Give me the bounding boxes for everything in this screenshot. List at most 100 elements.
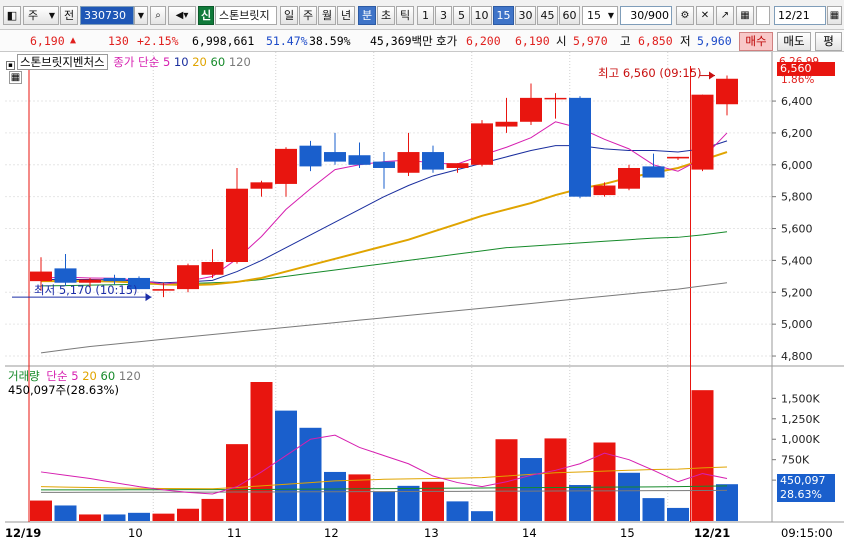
buy-button[interactable]: 매수 (739, 32, 773, 51)
ma120-label: 120 (228, 55, 251, 69)
speaker-icon[interactable]: ◀▾ (168, 6, 196, 25)
period-month-button[interactable]: 월 (318, 6, 336, 25)
ma5-label: 5 (162, 55, 171, 69)
candle-body (54, 268, 77, 283)
calendar-icon[interactable]: ▦ (827, 6, 842, 25)
volume-title: 거래량 (8, 369, 40, 383)
volume-current-value: 450,097주(28.63%) (8, 383, 119, 397)
volume-bar (520, 458, 542, 521)
candle-body (250, 182, 273, 189)
candle-body (275, 148, 297, 184)
current-pct-tag: 1.86% (781, 74, 815, 86)
date-field[interactable]: 12/21 (774, 6, 826, 25)
interval-select[interactable]: 15 ▼ (582, 6, 618, 25)
volume-bar (716, 484, 738, 521)
period-tick-button[interactable]: 틱 (396, 6, 414, 25)
interval-3-button[interactable]: 3 (435, 6, 452, 25)
open-price: 5,970 (573, 34, 608, 48)
candle-body (716, 78, 738, 105)
candle-body (446, 163, 469, 168)
volume-bar (324, 471, 346, 521)
vol-ma20-label: 20 (82, 369, 97, 383)
chevron-down-icon: ▼ (607, 11, 614, 20)
period-year-button[interactable]: 년 (337, 6, 355, 25)
price-tick-label: 6,000 (781, 159, 813, 172)
trade-volume: 6,998,661 (192, 34, 255, 48)
candle-body (348, 155, 371, 165)
chart-tools-icon[interactable]: ⚙ (676, 6, 694, 25)
interval-select-value: 15 (587, 9, 601, 22)
x-label-12-19: 12/19 (5, 526, 42, 540)
period-day-button[interactable]: 일 (280, 6, 298, 25)
candle-body (569, 97, 591, 197)
period-week-button[interactable]: 주 (299, 6, 317, 25)
draw-line-icon[interactable]: ↗ (716, 6, 734, 25)
count-field[interactable]: 30/900 (620, 6, 672, 25)
extra-button[interactable]: 평 (815, 32, 842, 51)
chevron-down-icon: ▼ (48, 11, 55, 20)
price-tick-label: 5,000 (781, 318, 813, 331)
chart-type-value: 주 (28, 9, 39, 22)
volume-ratio: 51.47% (266, 34, 308, 48)
price-tick-label: 5,400 (781, 254, 813, 267)
volume-bar (79, 514, 101, 521)
candle-body (544, 97, 567, 100)
quote-bar: 6,190 ▲ 130 +2.15% 6,998,661 51.47% 38.5… (0, 30, 844, 52)
volume-tick-label: 1,000K (781, 433, 820, 446)
panel-toggle-icon[interactable]: ◧ (3, 6, 21, 25)
search-icon[interactable]: ⌕ (150, 6, 166, 25)
volume-bar (471, 511, 493, 521)
candle-body (201, 262, 224, 275)
candle-body (667, 156, 689, 159)
ma20-label: 20 (192, 55, 207, 69)
volume-bar (373, 491, 395, 521)
volume-pct-tag: 28.63% (777, 488, 835, 502)
candle-body (373, 161, 395, 168)
volume-tick-label: 1,500K (781, 392, 820, 405)
market-badge: 신 (198, 6, 214, 25)
stock-name-field: 스톤브릿지 (215, 6, 277, 25)
collapse-icon[interactable]: ▪ (6, 61, 15, 70)
volume-bar (446, 501, 469, 521)
prev-button[interactable]: 전 (60, 6, 78, 25)
crosshair-icon[interactable]: ✕ (696, 6, 714, 25)
interval-15-button[interactable]: 15 (493, 6, 514, 25)
interval-60-button[interactable]: 60 (559, 6, 580, 25)
sell-button[interactable]: 매도 (777, 32, 811, 51)
candle-body (324, 152, 346, 162)
interval-45-button[interactable]: 45 (537, 6, 558, 25)
volume-tick-label: 1,250K (781, 413, 820, 426)
chart-type-select[interactable]: 주 ▼ (23, 6, 59, 25)
volume-bar (30, 500, 52, 521)
volume-bar (348, 474, 371, 521)
grid-icon[interactable]: ▦ (736, 6, 754, 25)
volume-bar (128, 512, 150, 521)
volume-bar (299, 427, 322, 521)
candle-body (593, 185, 616, 196)
volume-bar (691, 390, 714, 521)
volume-ma-label: 단순 (46, 369, 68, 383)
interval-5-button[interactable]: 5 (453, 6, 470, 25)
vol-ma120-label: 120 (118, 369, 141, 383)
volume-bar (54, 505, 77, 521)
candle-body (30, 271, 52, 282)
interval-1-button[interactable]: 1 (417, 6, 434, 25)
code-dropdown-icon[interactable]: ▼ (134, 6, 148, 25)
interval-10-button[interactable]: 10 (471, 6, 492, 25)
vol-ma5-label: 5 (71, 369, 79, 383)
grid-settings-icon[interactable]: ▦ (9, 71, 22, 84)
volume-bar (667, 507, 689, 521)
high-label: 고 (620, 34, 631, 48)
period-second-button[interactable]: 초 (377, 6, 395, 25)
candle-body (177, 265, 199, 290)
open-label: 시 (556, 34, 567, 48)
vol-ma60-label: 60 (100, 369, 116, 383)
candle-body (495, 121, 518, 127)
stock-code-input[interactable]: 330730 (80, 6, 134, 25)
period-minute-button[interactable]: 분 (358, 6, 376, 25)
date-checkbox[interactable] (756, 6, 770, 25)
candle-body (520, 97, 542, 122)
volume-bar (177, 508, 199, 521)
volume-bar (618, 472, 640, 521)
interval-30-button[interactable]: 30 (515, 6, 536, 25)
